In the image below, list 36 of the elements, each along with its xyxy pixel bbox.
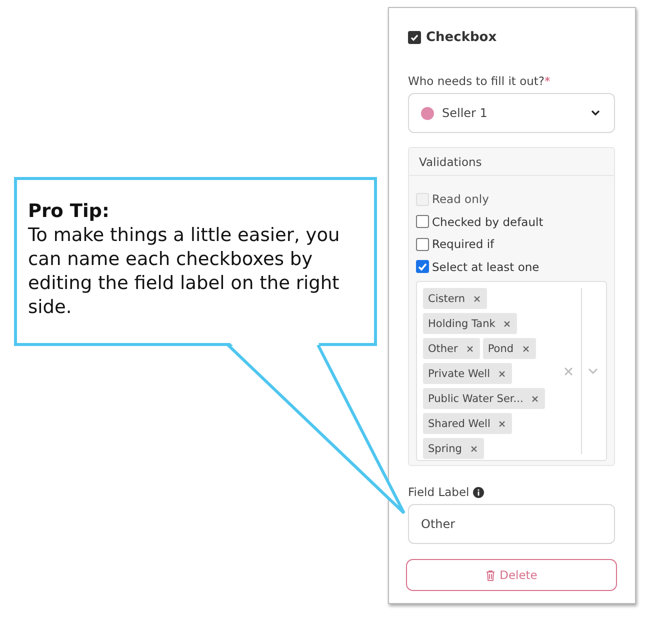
info-icon xyxy=(473,486,484,498)
field-label-input[interactable]: Other xyxy=(408,504,615,544)
option-tag[interactable]: Pond xyxy=(482,338,536,359)
remove-icon[interactable] xyxy=(499,370,506,376)
trash-icon xyxy=(486,570,495,580)
checkbox-label: Select at least one xyxy=(432,260,540,274)
multi-select-field[interactable]: Cistern Holding Tank Other Pond Private Well Public Water Ser... Shared Well Spring xyxy=(416,281,607,461)
assignee-select[interactable]: Seller 1 xyxy=(408,93,615,133)
option-tag[interactable]: Private Well xyxy=(423,363,512,384)
panel-title: Checkbox xyxy=(426,30,497,45)
checkbox-label: Checked by default xyxy=(432,214,544,229)
option-tag[interactable]: Holding Tank xyxy=(423,313,518,334)
remove-icon[interactable] xyxy=(466,346,473,352)
validations-title: Validations xyxy=(409,148,614,176)
option-tag[interactable]: Shared Well xyxy=(423,413,512,434)
remove-icon[interactable] xyxy=(470,446,477,452)
checkbox[interactable] xyxy=(416,260,429,274)
remove-icon[interactable] xyxy=(504,320,510,326)
option-tag[interactable]: Public Water Ser... xyxy=(423,388,546,409)
tip-title: Pro Tip: xyxy=(28,200,110,224)
option-tag[interactable]: Spring xyxy=(423,438,484,459)
checkbox[interactable] xyxy=(416,238,429,251)
remove-icon[interactable] xyxy=(499,420,506,426)
chevron-icon xyxy=(591,110,600,116)
option-tag[interactable]: Other xyxy=(423,338,480,359)
tip-text: To make things a little easier, you can name each checkboxes by editing the field label on the right side. xyxy=(28,224,341,320)
field-label-title: Field Label xyxy=(408,485,470,499)
checkbox-label: Read only xyxy=(432,192,489,206)
remove-icon[interactable] xyxy=(474,296,480,302)
remove-icon[interactable] xyxy=(522,346,529,352)
remove-icon[interactable] xyxy=(532,396,538,402)
option-tag[interactable]: Cistern xyxy=(423,288,488,309)
checkbox[interactable] xyxy=(416,215,429,228)
assignee-label: Who needs to fill it out?* xyxy=(408,74,552,88)
checkbox-icon xyxy=(408,31,421,44)
checkbox-label: Required if xyxy=(432,237,494,252)
